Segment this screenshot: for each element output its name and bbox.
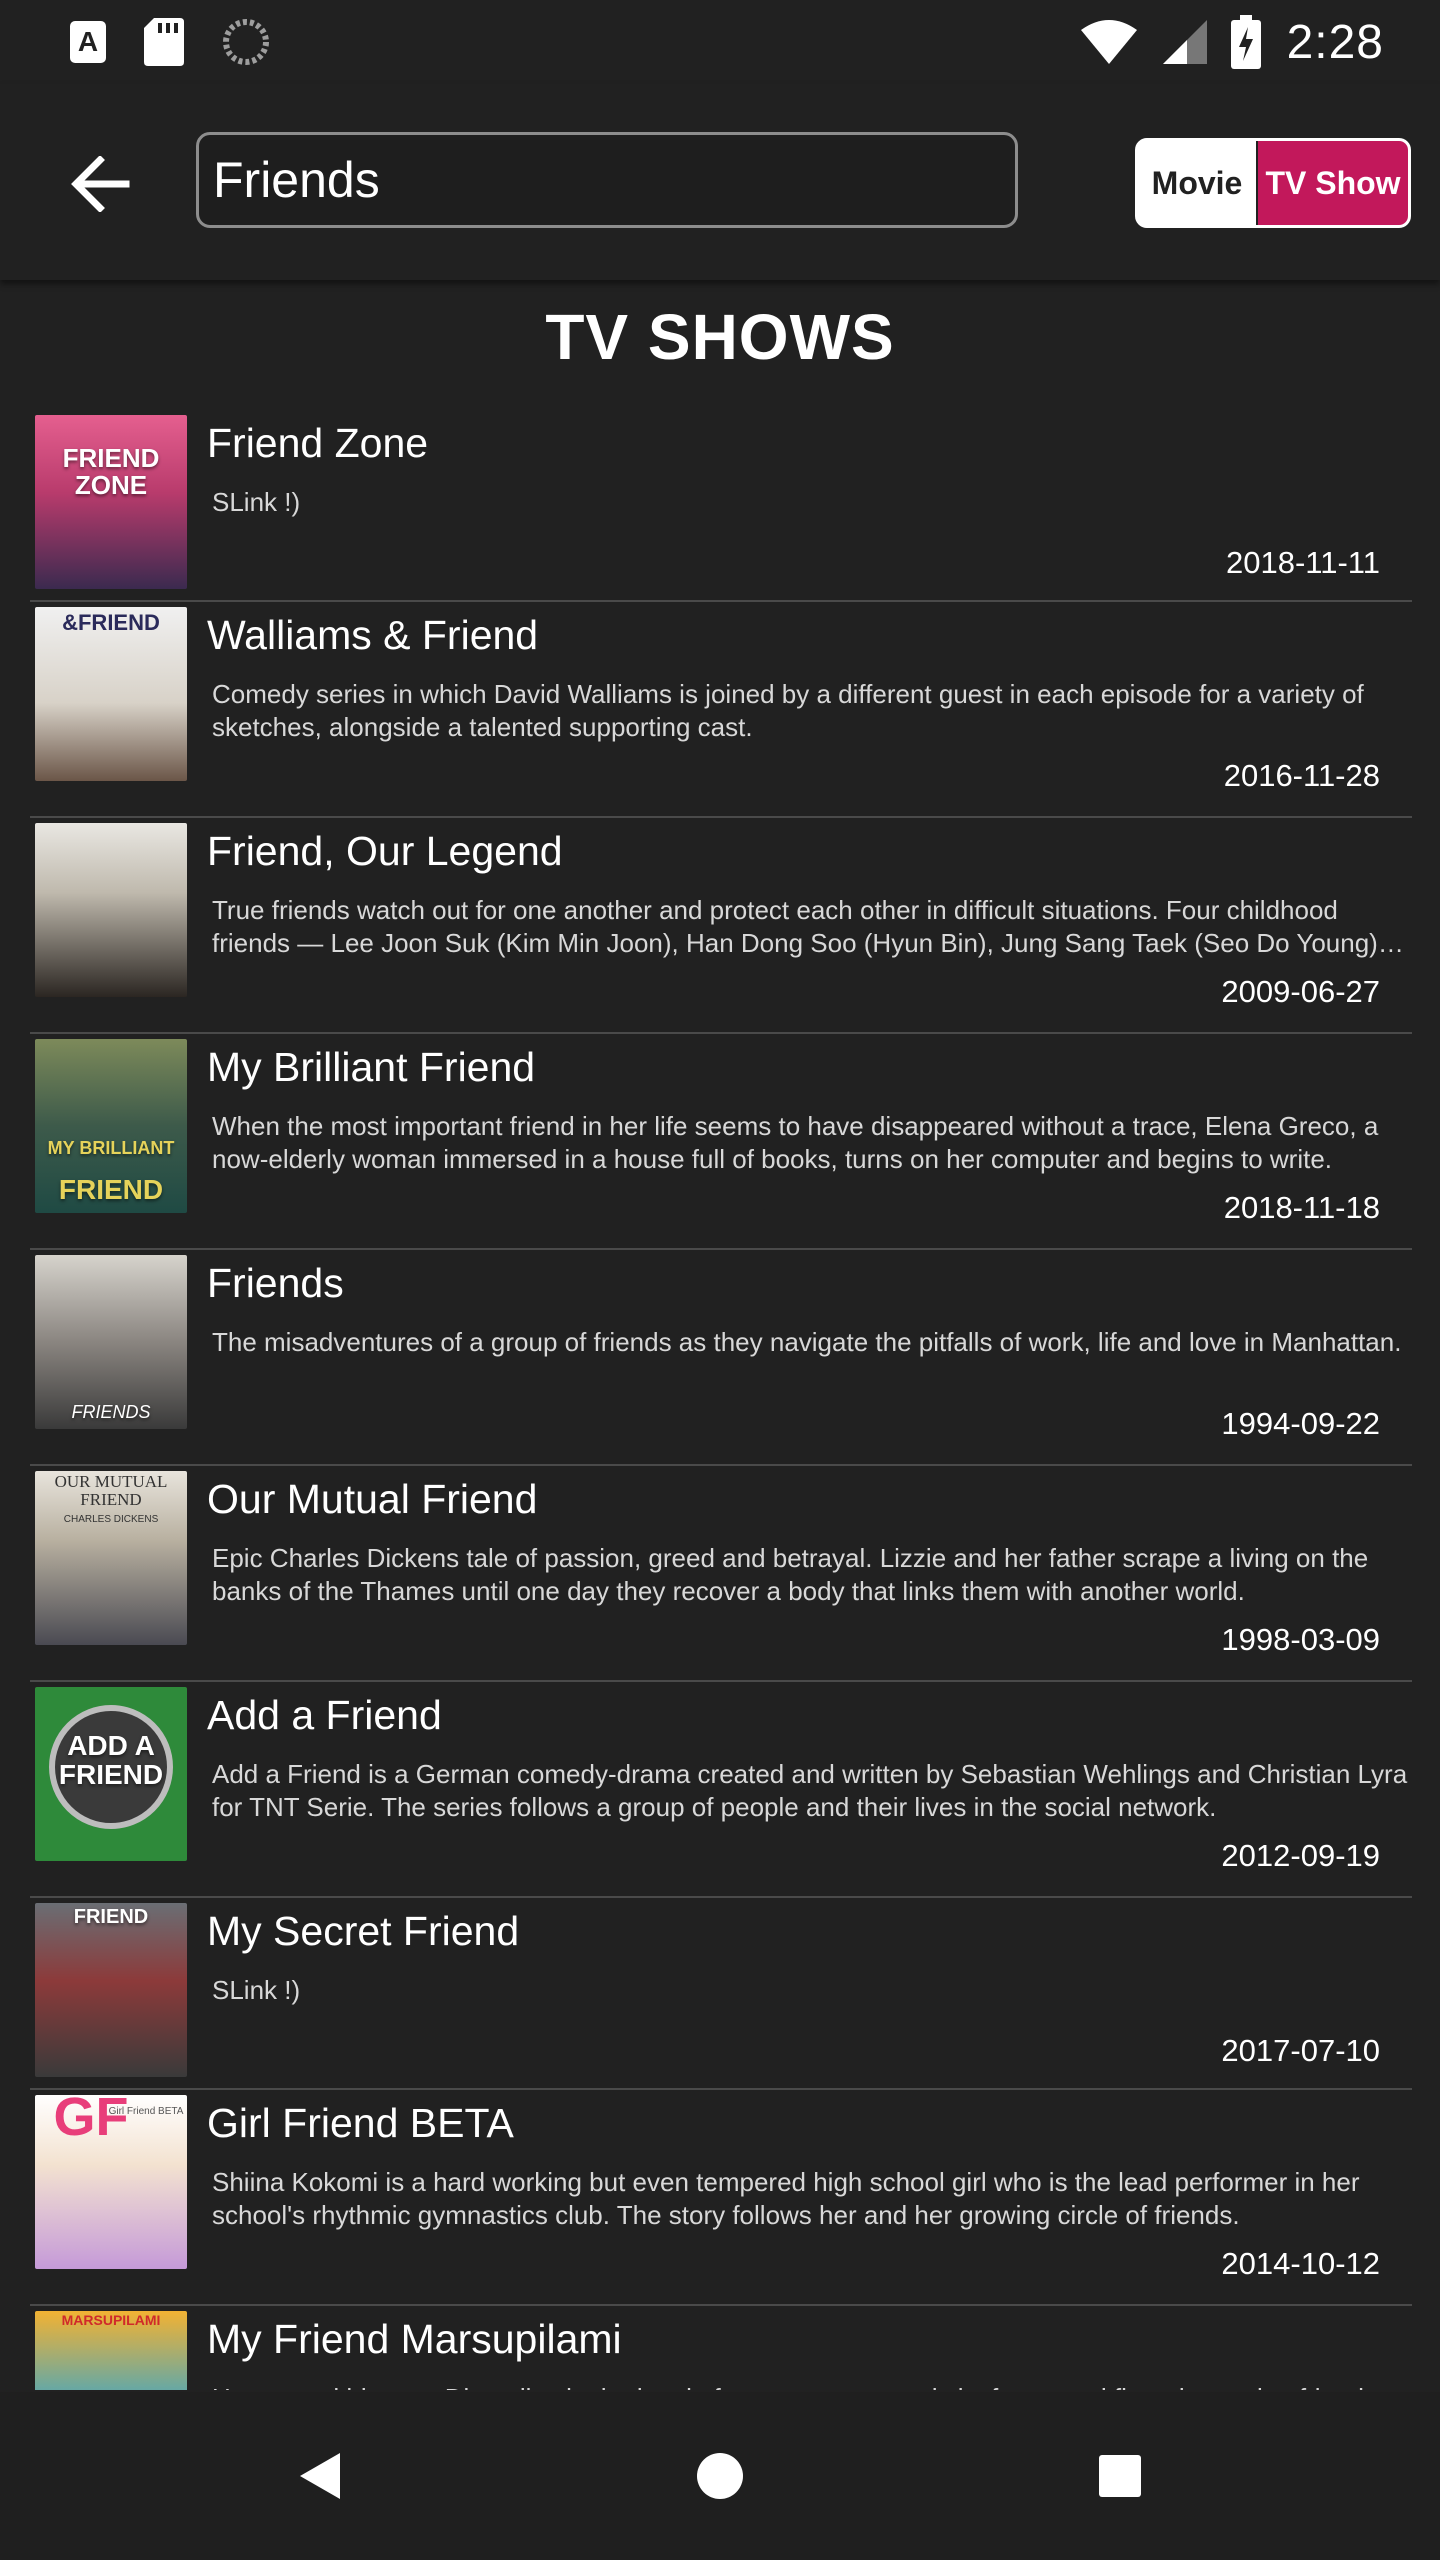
poster-image: MY BRILLIANT FRIEND — [35, 1039, 187, 1213]
status-bar: A 2:28 — [0, 0, 1440, 84]
poster-image: GF Girl Friend BETA — [35, 2095, 187, 2269]
navigation-bar — [0, 2392, 1440, 2560]
show-date: 2016-11-28 — [1223, 758, 1380, 793]
battery-charging-icon — [1230, 15, 1261, 69]
show-title: Walliams & Friend — [207, 612, 539, 658]
show-description: Epic Charles Dickens tale of passion, gr… — [212, 1543, 1369, 1606]
show-title: Girl Friend BETA — [207, 2100, 514, 2146]
poster-image: OUR MUTUAL FRIEND CHARLES DICKENS — [35, 1471, 187, 1645]
section-title: TV SHOWS — [545, 301, 895, 373]
show-description: SLink !) — [212, 1975, 301, 2005]
poster-image: FRIEND ZONE — [35, 415, 187, 589]
list-item[interactable]: &FRIEND Walliams & Friend Comedy series … — [30, 602, 1412, 818]
signal-icon — [1162, 20, 1207, 64]
list-item[interactable]: FRIENDS Friends The misadventures of a g… — [30, 1250, 1412, 1466]
show-date: 2018-11-18 — [1223, 1190, 1380, 1225]
nav-home-icon — [697, 2453, 743, 2499]
poster-image: &FRIEND — [35, 607, 187, 781]
toggle-tv-show-button[interactable]: TV Show — [1256, 141, 1408, 225]
show-title: Friend Zone — [207, 420, 429, 466]
poster-image: ADD A FRIEND — [35, 1687, 187, 1861]
show-description: Comedy series in which David Walliams is… — [212, 679, 1364, 742]
nav-back-button[interactable] — [260, 2416, 380, 2536]
nav-home-button[interactable] — [660, 2416, 780, 2536]
show-description: Add a Friend is a German comedy-drama cr… — [212, 1759, 1408, 1822]
list-item[interactable]: MARSUPILAMI My Friend Marsupilami Hector… — [30, 2306, 1412, 2390]
type-toggle: Movie TV Show — [1135, 138, 1411, 228]
show-title: Our Mutual Friend — [207, 1476, 538, 1522]
show-description: When the most important friend in her li… — [212, 1111, 1379, 1174]
poster-image: FRIEND — [35, 1903, 187, 2077]
search-input[interactable] — [196, 132, 1018, 228]
list-item[interactable]: FRIEND ZONE Friend Zone SLink !) 2018-11… — [30, 410, 1412, 602]
sd-card-icon — [144, 18, 184, 66]
show-description: Shiina Kokomi is a hard working but even… — [212, 2167, 1360, 2230]
show-title: Add a Friend — [207, 1692, 442, 1738]
nav-back-icon — [300, 2453, 340, 2499]
show-title: Friend, Our Legend — [207, 828, 563, 874]
arrow-back-icon — [71, 156, 130, 212]
a-notification-icon: A — [70, 21, 106, 63]
show-date: 2009-06-27 — [1221, 974, 1380, 1009]
poster-image: FRIENDS — [35, 1255, 187, 1429]
sync-icon — [223, 19, 269, 65]
poster-image: MARSUPILAMI — [35, 2311, 187, 2390]
show-date: 2012-09-19 — [1221, 1838, 1380, 1873]
toggle-movie-button[interactable]: Movie — [1138, 141, 1256, 225]
poster-image — [35, 823, 187, 997]
show-title: Friends — [207, 1260, 344, 1306]
results-list[interactable]: FRIEND ZONE Friend Zone SLink !) 2018-11… — [30, 410, 1412, 2390]
list-item[interactable]: Friend, Our Legend True friends watch ou… — [30, 818, 1412, 1034]
clock: 2:28 — [1286, 15, 1384, 69]
back-button[interactable] — [56, 140, 144, 228]
list-item[interactable]: OUR MUTUAL FRIEND CHARLES DICKENS Our Mu… — [30, 1466, 1412, 1682]
status-left: A — [70, 18, 308, 66]
list-item[interactable]: GF Girl Friend BETA Girl Friend BETA Shi… — [30, 2090, 1412, 2306]
show-description: True friends watch out for one another a… — [212, 895, 1378, 958]
nav-recents-button[interactable] — [1060, 2416, 1180, 2536]
show-description: The misadventures of a group of friends … — [212, 1327, 1402, 1357]
show-date: 1994-09-22 — [1221, 1406, 1380, 1441]
show-title: My Secret Friend — [207, 1908, 520, 1954]
list-item[interactable]: FRIEND My Secret Friend SLink !) 2017-07… — [30, 1898, 1412, 2090]
nav-recents-icon — [1099, 2455, 1141, 2497]
app-bar: Movie TV Show — [0, 84, 1440, 280]
status-right: 2:28 — [1057, 15, 1384, 70]
show-date: 2017-07-10 — [1221, 2033, 1380, 2068]
show-description: SLink !) — [212, 487, 301, 517]
show-date: 1998-03-09 — [1221, 1622, 1380, 1657]
list-item[interactable]: ADD A FRIEND Add a Friend Add a Friend i… — [30, 1682, 1412, 1898]
show-title: My Brilliant Friend — [207, 1044, 536, 1090]
list-item[interactable]: MY BRILLIANT FRIEND My Brilliant Friend … — [30, 1034, 1412, 1250]
show-title: My Friend Marsupilami — [207, 2316, 622, 2362]
wifi-icon — [1080, 20, 1137, 64]
show-date: 2014-10-12 — [1221, 2246, 1380, 2281]
show-description: Hector and his aunt Diane live in the ju… — [212, 2382, 1412, 2390]
show-date: 2018-11-11 — [1226, 545, 1380, 580]
